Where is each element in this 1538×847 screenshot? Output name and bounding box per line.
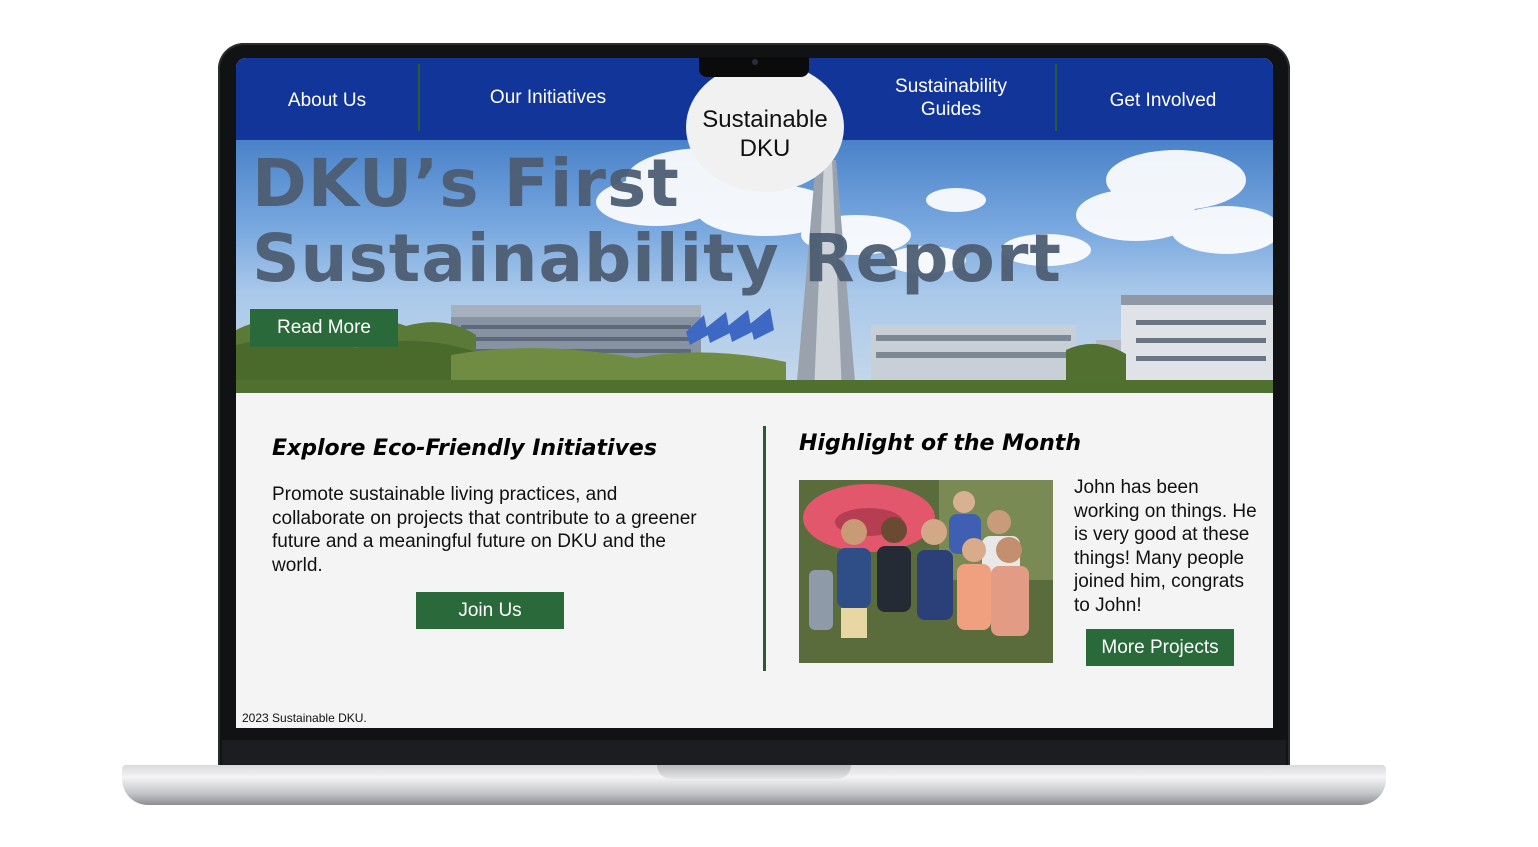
- nav-divider: [1055, 64, 1057, 131]
- nav-sustainability-guides[interactable]: Sustainability Guides: [836, 58, 1066, 140]
- laptop-bezel-bottom: [222, 740, 1286, 768]
- laptop-base-notch: [657, 765, 851, 779]
- nav-get-involved[interactable]: Get Involved: [1058, 58, 1268, 140]
- nav-our-initiatives[interactable]: Our Initiatives: [422, 58, 674, 140]
- join-us-button[interactable]: Join Us: [416, 592, 564, 629]
- highlight-photo: [799, 480, 1053, 663]
- website-screen: About Us Our Initiatives Sustainability …: [236, 58, 1273, 728]
- highlight-title: Highlight of the Month: [799, 431, 1081, 456]
- hero-title: DKU’s First Sustainability Report: [252, 145, 1062, 297]
- site-logo[interactable]: Sustainable DKU: [686, 62, 844, 192]
- camera-icon: [752, 59, 758, 65]
- nav-divider: [418, 64, 420, 131]
- footer-copyright: 2023 Sustainable DKU.: [242, 711, 367, 725]
- highlight-description: John has been working on things. He is v…: [1074, 477, 1257, 616]
- column-divider: [763, 426, 766, 671]
- explore-title: Explore Eco-Friendly Initiatives: [272, 436, 657, 461]
- explore-description: Promote sustainable living practices, an…: [272, 484, 697, 576]
- nav-about-us[interactable]: About Us: [236, 58, 418, 140]
- read-more-button[interactable]: Read More: [250, 309, 398, 347]
- more-projects-button[interactable]: More Projects: [1086, 629, 1234, 666]
